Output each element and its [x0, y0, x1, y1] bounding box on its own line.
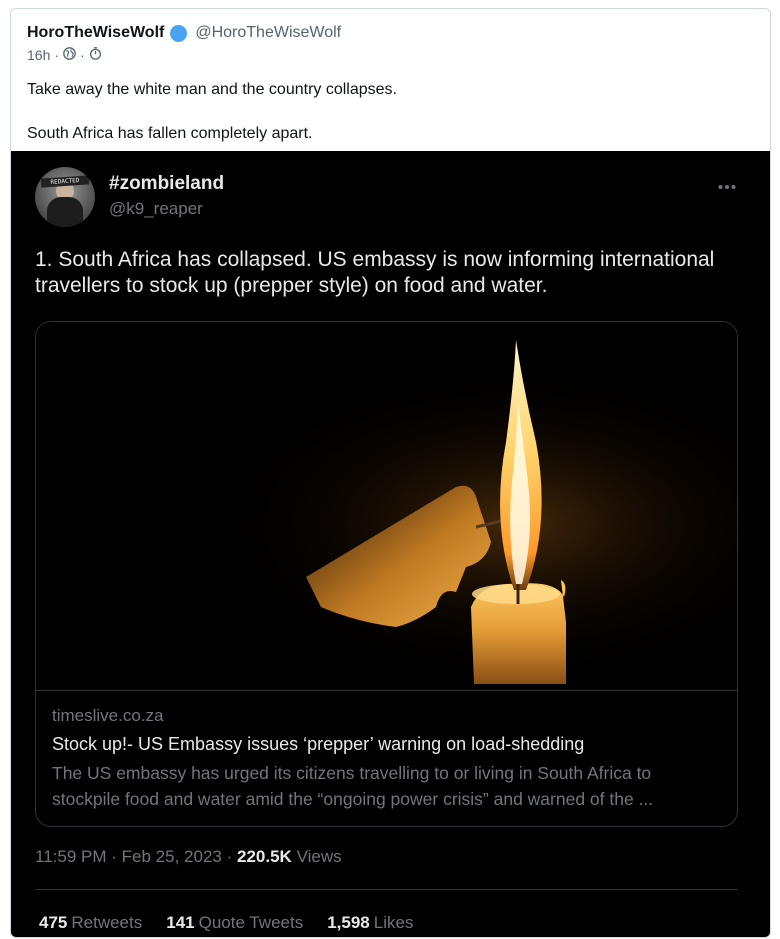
stats-divider	[35, 889, 738, 890]
views-count: 220.5K	[237, 847, 292, 866]
engagement-stats: 475 Retweets 141 Quote Tweets 1,598 Likes	[39, 913, 413, 933]
timestamp-separator: ·	[226, 847, 233, 866]
author-handle[interactable]: @HoroTheWiseWolf	[195, 24, 341, 42]
retweets-label: Retweets	[71, 913, 143, 932]
tweet-time[interactable]: 11:59 PM	[35, 847, 107, 866]
globe-icon	[63, 46, 76, 63]
meta-separator: ·	[80, 46, 85, 63]
avatar-redacted-label: REDACTED	[40, 175, 90, 188]
quotes-label: Quote Tweets	[198, 913, 304, 932]
outer-post-text: Take away the white man and the country …	[27, 81, 397, 142]
embedded-tweet-screenshot: REDACTED #zombieland @k9_reaper 1. South…	[11, 151, 770, 937]
more-horizontal-icon[interactable]	[718, 173, 736, 196]
likes-label: Likes	[373, 913, 414, 932]
outer-post-meta: 16h · ·	[27, 46, 102, 63]
tweet-timestamp: 11:59 PM · Feb 25, 2023 · 220.5K Views	[35, 847, 342, 867]
link-preview-card[interactable]: timeslive.co.za Stock up!- US Embassy is…	[35, 321, 738, 827]
outer-post-header: HoroTheWiseWolf @HoroTheWiseWolf	[27, 22, 341, 44]
retweets-stat[interactable]: 475 Retweets	[39, 913, 142, 933]
views-label: Views	[296, 847, 342, 866]
tweet-date[interactable]: Feb 25, 2023	[122, 847, 222, 866]
embedded-handle[interactable]: @k9_reaper	[109, 199, 203, 219]
likes-stat[interactable]: 1,598 Likes	[327, 913, 413, 933]
verified-badge-icon	[170, 24, 188, 42]
outer-post-card: HoroTheWiseWolf @HoroTheWiseWolf 16h · ·…	[10, 8, 771, 938]
avatar[interactable]: REDACTED	[35, 167, 95, 227]
timer-icon	[89, 46, 102, 63]
link-domain[interactable]: timeslive.co.za	[52, 706, 163, 726]
embedded-tweet-text: 1. South Africa has collapsed. US embass…	[35, 248, 715, 297]
card-divider	[36, 690, 737, 691]
author-display-name[interactable]: HoroTheWiseWolf	[27, 24, 164, 42]
link-title[interactable]: Stock up!- US Embassy issues ‘prepper’ w…	[52, 734, 584, 755]
timestamp-separator: ·	[111, 847, 117, 866]
post-time[interactable]: 16h	[27, 47, 50, 63]
candle-image	[36, 322, 737, 690]
embedded-display-name[interactable]: #zombieland	[109, 173, 224, 195]
meta-separator: ·	[54, 46, 60, 63]
avatar-body	[47, 197, 83, 227]
retweets-count: 475	[39, 913, 68, 932]
likes-count: 1,598	[327, 913, 370, 932]
link-description: The US embassy has urged its citizens tr…	[52, 763, 654, 809]
quotes-count: 141	[166, 913, 195, 932]
quotes-stat[interactable]: 141 Quote Tweets	[166, 913, 303, 933]
